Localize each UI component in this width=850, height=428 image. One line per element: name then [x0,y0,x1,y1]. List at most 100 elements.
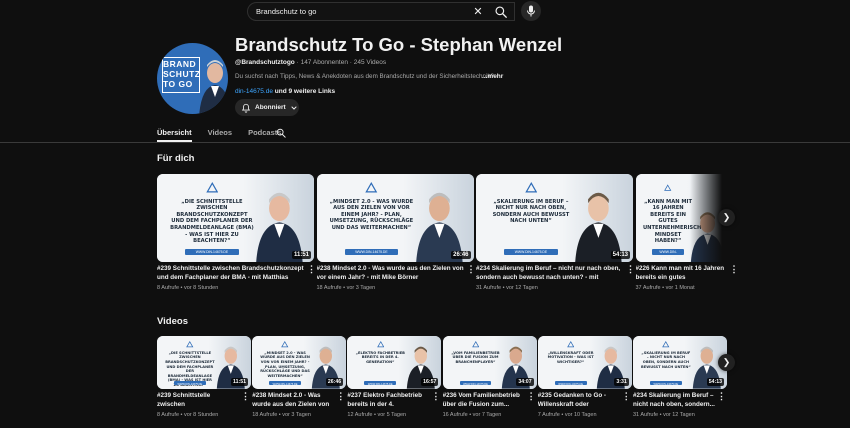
video-title[interactable]: #239 Schnittstelle zwischen Brandschutzk… [157,265,305,283]
video-meta: 16 Aufrufe • vor 7 Tagen [442,412,502,418]
subscribe-label: Abonniert [255,104,286,111]
view-count: 16 Aufrufe [442,412,468,418]
microphone-icon [527,5,535,17]
microphone-button[interactable] [521,1,541,21]
search-icon[interactable] [494,5,508,19]
brand-logo-icon [365,181,378,193]
thumbnail-url: WWW.DIN-14675.DE [652,248,684,261]
tab-overview[interactable]: Übersicht [157,125,192,142]
videos-next-button[interactable]: ❯ [718,354,735,371]
more-vertical-icon[interactable]: ⋮ [730,264,739,276]
channel-handle: @Brandschutztogo [235,59,295,66]
upload-age: vor 1 Monat [665,285,695,291]
video-meta: 8 Aufrufe • vor 8 Stunden [157,285,219,291]
more-vertical-icon[interactable]: ⋮ [307,264,316,276]
thumbnail-url: WWW.DIN-14675.DE [185,248,239,255]
thumbnail-quote: „WILLENSKRAFT ODER MOTIVATION - WAS IST … [547,350,594,365]
video-meta: 7 Aufrufe • vor 10 Tagen [537,412,597,418]
upload-age: vor 5 Tagen [377,412,407,418]
thumbnail-quote: „SKALIERUNG IM BERUF – NICHT NUR NACH OB… [492,198,570,225]
video-title[interactable]: #235 Gedanken to Go - Willenskraft oder … [538,392,620,410]
more-vertical-icon[interactable]: ⋮ [431,391,440,403]
thumbnail-quote: „KANN MAN MIT 16 JAHREN BEREITS EIN GUTE… [642,198,709,245]
section-title-for-you: Für dich [157,153,195,164]
search-input[interactable]: Brandschutz to go ✕ [247,2,515,21]
view-count: 18 Aufrufe [316,285,342,291]
channel-description[interactable]: Du suchst nach Tipps, News & Anekdoten a… [235,73,505,80]
close-icon[interactable]: ✕ [472,6,484,18]
subscribe-button[interactable]: Abonniert [235,99,299,116]
video-meta: 31 Aufrufe • vor 12 Tagen [633,412,695,418]
more-vertical-icon[interactable]: ⋮ [626,264,635,276]
view-count: 37 Aufrufe [635,285,661,291]
more-vertical-icon[interactable]: ⋮ [467,264,476,276]
video-title[interactable]: #239 Schnittstelle zwischen Brandschutzk… [157,392,239,410]
tabs-divider [0,142,850,143]
description-more-link[interactable]: ...mehr [482,73,503,80]
brand-logo-icon [205,181,218,193]
more-links-link[interactable]: und 9 weitere Links [275,88,335,95]
video-thumbnail[interactable]: „MINDSET 2.0 - WAS WURDE AUS DEN ZIELEN … [252,336,347,389]
brand-logo-icon [471,340,480,348]
video-thumbnail[interactable]: „DIE SCHNITTSTELLE ZWISCHEN BRANDSCHUTZK… [157,336,251,389]
more-vertical-icon[interactable]: ⋮ [622,391,631,403]
video-duration: 54:13 [610,251,630,259]
brand-logo-icon [662,340,670,348]
more-vertical-icon[interactable]: ⋮ [241,391,250,403]
video-meta: 18 Aufrufe • vor 3 Tagen [252,412,311,418]
tab-videos[interactable]: Videos [208,125,232,142]
video-duration: 34:07 [516,378,534,386]
video-thumbnail[interactable]: „MINDSET 2.0 - WAS WURDE AUS DEN ZIELEN … [316,174,474,262]
thumbnail-quote: „MINDSET 2.0 - WAS WURDE AUS DEN ZIELEN … [329,198,414,231]
avatar-logo-text: BRAND SCHUTZ TO GO [163,59,201,89]
upload-age: vor 3 Tagen [346,285,376,291]
thumbnail-url: WWW.DIN-14675.DE [504,248,558,255]
video-title[interactable]: #236 Vom Familienbetrieb über die Fusion… [443,392,525,410]
video-thumbnail[interactable]: „SKALIERUNG IM BERUF – NICHT NUR NACH OB… [476,174,633,262]
video-title[interactable]: #226 Kann man mit 16 Jahren bereits ein … [636,265,728,283]
brand-logo-icon [664,184,672,191]
video-thumbnail[interactable]: „VOM FAMILIENBETRIEB ÜBER DIE FUSION ZUM… [442,336,537,389]
video-duration: 26:46 [325,378,344,386]
video-thumbnail[interactable]: „WILLENSKRAFT ODER MOTIVATION - WAS IST … [537,336,632,389]
more-vertical-icon[interactable]: ⋮ [336,391,345,403]
bell-icon [241,103,251,113]
video-duration: 11:51 [291,251,311,259]
video-count: 245 Videos [353,59,387,66]
video-meta: 12 Aufrufe • vor 5 Tagen [347,412,407,418]
chevron-right-icon: ❯ [722,357,731,367]
thumbnail-url: WWW.DIN-14675.DE [459,381,492,386]
section-title-videos: Videos [157,316,188,327]
video-title[interactable]: #234 Skalierung im Beruf – nicht nach ob… [633,392,715,410]
thumbnail-url: WWW.DIN-14675.DE [344,248,399,255]
brand-logo-icon [524,181,537,193]
channel-avatar[interactable]: BRAND SCHUTZ TO GO [157,43,228,114]
video-title[interactable]: #237 Elektro Fachbetrieb bereits in der … [347,392,429,410]
channel-search-icon[interactable] [276,128,286,138]
search-input-value: Brandschutz to go [256,7,317,16]
for-you-next-button[interactable]: ❯ [718,209,735,226]
view-count: 18 Aufrufe [252,412,278,418]
thumbnail-quote: „ELEKTRO FACHBETRIEB BEREITS IN DER 4. G… [355,350,405,365]
video-title[interactable]: #234 Skalierung im Beruf – nicht nur nac… [476,265,624,283]
upload-age: vor 12 Tagen [663,412,695,418]
brand-logo-icon [281,340,289,348]
search-bar: Brandschutz to go ✕ [247,1,541,21]
thumbnail-url: WWW.DIN-14675.DE [173,381,206,386]
more-vertical-icon[interactable]: ⋮ [717,391,726,403]
more-vertical-icon[interactable]: ⋮ [527,391,536,403]
video-meta: 37 Aufrufe • vor 1 Monat [635,285,695,291]
view-count: 31 Aufrufe [633,412,659,418]
video-title[interactable]: #238 Mindset 2.0 - Was wurde aus den Zie… [252,392,334,410]
video-title[interactable]: #238 Mindset 2.0 - Was wurde aus den Zie… [317,265,465,283]
thumbnail-url: WWW.DIN-14675.DE [554,381,587,386]
thumbnail-quote: „SKALIERUNG IM BERUF – NICHT NUR NACH OB… [641,350,691,369]
upload-age: vor 8 Stunden [184,285,219,291]
video-duration: 16:57 [421,378,439,386]
video-thumbnail[interactable]: „ELEKTRO FACHBETRIEB BEREITS IN DER 4. G… [347,336,442,389]
subscriber-count: 147 Abonnenten [300,59,348,66]
video-thumbnail[interactable]: „DIE SCHNITTSTELLE ZWISCHEN BRANDSCHUTZK… [157,174,314,262]
video-thumbnail[interactable]: „SKALIERUNG IM BERUF – NICHT NUR NACH OB… [633,336,727,389]
thumbnail-quote: „VOM FAMILIENBETRIEB ÜBER DIE FUSION ZUM… [451,350,500,365]
channel-link[interactable]: din-14675.de [235,88,273,95]
